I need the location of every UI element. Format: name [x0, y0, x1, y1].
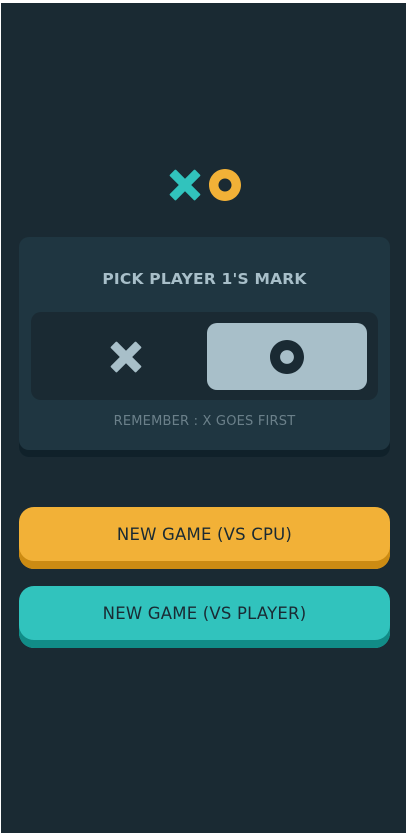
mark-picker-card: PICK PLAYER 1'S MARK REMEMBER : X GOES F…	[19, 237, 390, 457]
first-move-note: REMEMBER : X GOES FIRST	[113, 414, 296, 429]
game-menu-screen: PICK PLAYER 1'S MARK REMEMBER : X GOES F…	[1, 3, 406, 833]
logo	[169, 167, 243, 203]
x-mark-icon	[110, 341, 142, 372]
pick-x-option[interactable]	[46, 323, 206, 390]
o-mark-icon	[270, 339, 304, 374]
x-mark-icon	[169, 169, 201, 201]
mark-picker-title: PICK PLAYER 1'S MARK	[102, 270, 307, 288]
new-game-vs-cpu-button[interactable]: NEW GAME (VS CPU)	[19, 507, 390, 569]
new-game-vs-player-button[interactable]: NEW GAME (VS PLAYER)	[19, 586, 390, 648]
mark-toggle	[31, 312, 378, 400]
o-mark-icon	[209, 169, 241, 201]
pick-o-option[interactable]	[207, 323, 367, 390]
